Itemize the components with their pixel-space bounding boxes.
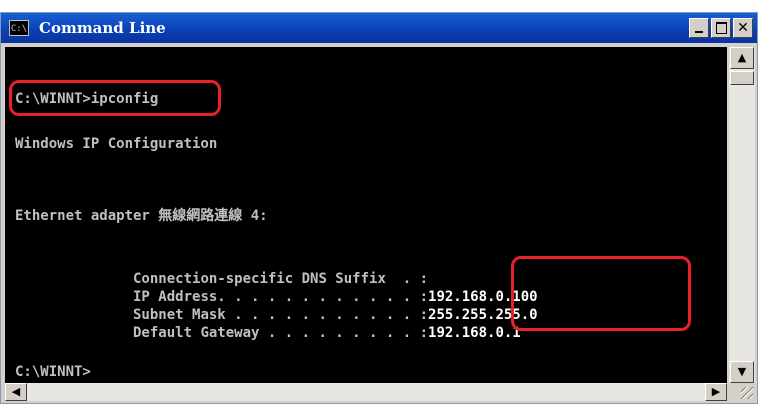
- values-highlight: [511, 256, 691, 331]
- minimize-icon[interactable]: [689, 18, 709, 38]
- maximize-icon[interactable]: [711, 18, 731, 38]
- adapter-name: Ethernet adapter 無線網路連線 4:: [15, 208, 268, 224]
- row-label: Default Gateway . . . . . . . . . :: [65, 325, 429, 341]
- close-icon[interactable]: ✕: [733, 18, 753, 38]
- default-gateway-value: 192.168.0.1: [428, 325, 521, 341]
- cropped-heading: [0, 0, 760, 10]
- scroll-left-icon[interactable]: ◀: [5, 383, 27, 401]
- horizontal-scrollbar[interactable]: ◀ ▶: [5, 383, 727, 401]
- vertical-scrollbar[interactable]: ▲ ▼: [729, 47, 755, 383]
- scroll-right-icon[interactable]: ▶: [705, 383, 727, 401]
- default-gateway-row: Default Gateway . . . . . . . . . :192.1…: [15, 306, 521, 360]
- resize-grip-icon[interactable]: [729, 383, 755, 401]
- scroll-thumb[interactable]: [730, 71, 754, 85]
- window-title: Command Line: [39, 19, 166, 37]
- scroll-up-icon[interactable]: ▲: [730, 47, 754, 69]
- app-icon: C:\: [9, 20, 29, 36]
- command-highlight: [9, 80, 221, 116]
- scroll-down-icon[interactable]: ▼: [730, 361, 754, 383]
- final-prompt: C:\WINNT>: [15, 364, 91, 380]
- ipconfig-header: Windows IP Configuration: [15, 136, 218, 152]
- command-window: C:\ Command Line ✕ C:\WINNT>ipconfig Win…: [0, 12, 758, 404]
- title-bar[interactable]: C:\ Command Line ✕: [1, 13, 757, 43]
- console-output[interactable]: C:\WINNT>ipconfig Windows IP Configurati…: [5, 47, 727, 383]
